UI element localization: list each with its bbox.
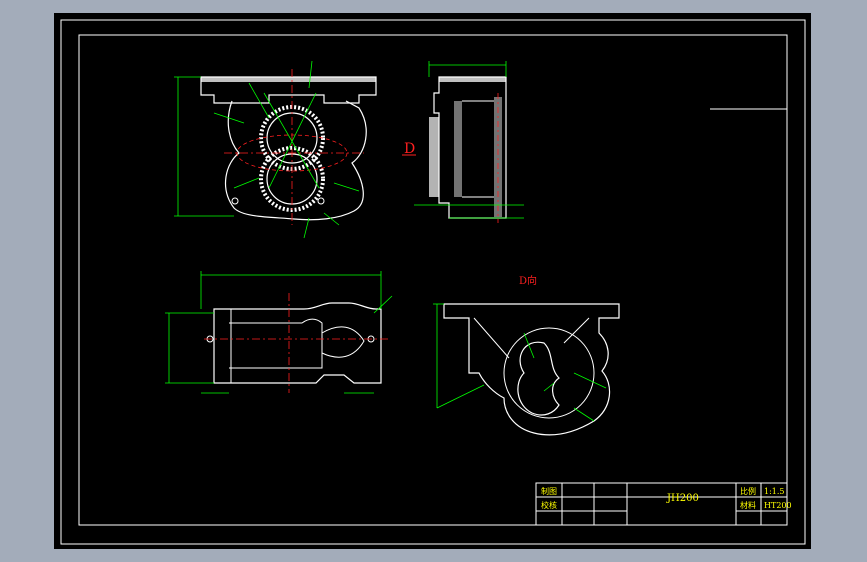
drawn-by-cell: 制图 <box>541 486 557 496</box>
inner-border <box>78 34 788 526</box>
side-inner-hatch <box>454 101 462 197</box>
bolt-hole <box>231 197 239 205</box>
d-dimensions <box>433 303 607 422</box>
top-outline <box>213 302 382 384</box>
drawing-canvas[interactable]: D D向 制图 校核 JH200 比例 1:1.5 材料 HT200 <box>54 13 811 549</box>
d-gear-cavity <box>517 341 560 416</box>
side-view: D <box>402 61 524 223</box>
front-view <box>174 60 377 239</box>
d-direction-view: D向 <box>433 274 620 436</box>
material-value: HT200 <box>764 501 792 510</box>
drawing-title: JH200 <box>666 493 699 504</box>
scale-value: 1:1.5 <box>764 487 785 496</box>
side-right-hatch <box>494 97 502 217</box>
side-left-hatch <box>429 117 439 197</box>
d-outline <box>443 303 620 436</box>
material-label: 材料 <box>740 500 756 510</box>
body-outline <box>225 100 367 221</box>
scale-label: 比例 <box>740 486 756 496</box>
top-view <box>165 271 393 394</box>
d-chamber-outline <box>503 327 595 419</box>
front-dimensions <box>174 60 360 239</box>
title-block: 制图 校核 JH200 比例 1:1.5 材料 HT200 <box>535 482 792 526</box>
cad-drawing: D D向 制图 校核 JH200 比例 1:1.5 材料 HT200 <box>60 19 806 545</box>
checked-by-cell: 校核 <box>541 500 557 510</box>
side-top-hatch <box>439 77 506 82</box>
top-dimensions <box>165 271 393 394</box>
outer-border <box>60 19 806 545</box>
flange-hatch <box>201 77 376 82</box>
bolt-hole <box>317 197 325 205</box>
d-view-label: D向 <box>519 274 537 287</box>
